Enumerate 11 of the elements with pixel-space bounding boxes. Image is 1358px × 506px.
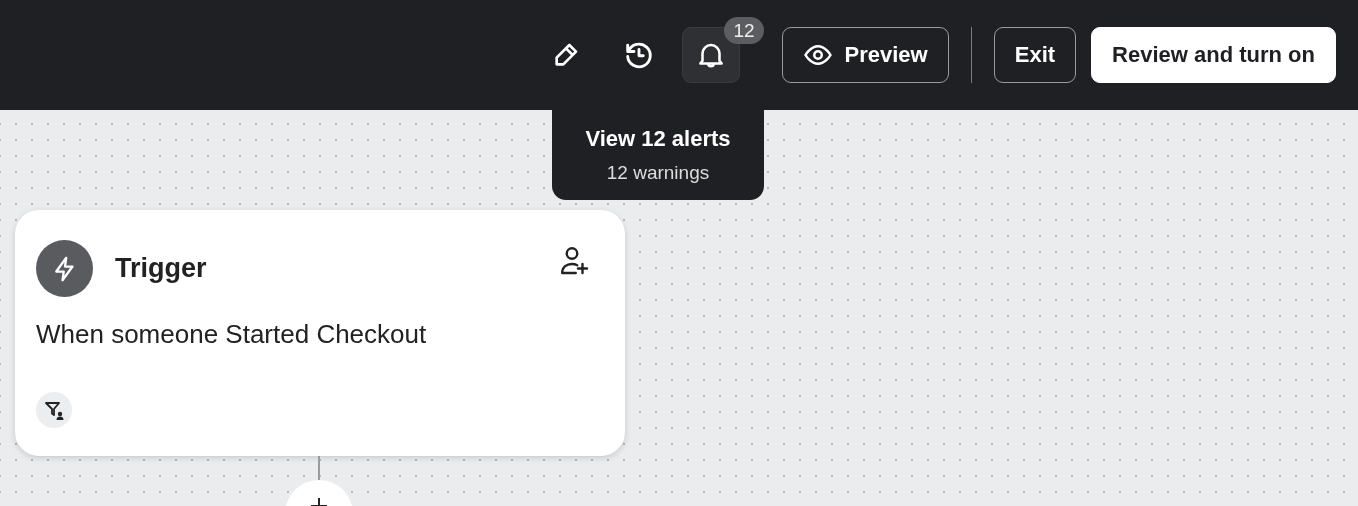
toolbar-button[interactable]: Preview xyxy=(781,27,949,83)
toolbar-button[interactable]: Exit xyxy=(993,27,1077,83)
filter-user-icon[interactable] xyxy=(36,392,72,428)
tooltip-subtitle: 12 warnings xyxy=(606,162,710,184)
alert-count-badge: 12 xyxy=(724,17,764,44)
card-title: Trigger xyxy=(115,253,208,284)
trigger-description: When someone Started Checkout xyxy=(36,319,428,350)
toolbar-button[interactable]: Review and turn on xyxy=(1091,27,1336,83)
trigger-card[interactable]: Trigger When someone Started Checkout xyxy=(15,210,625,456)
tooltip-title: View 12 alerts xyxy=(585,126,731,152)
lightning-icon xyxy=(36,240,93,297)
